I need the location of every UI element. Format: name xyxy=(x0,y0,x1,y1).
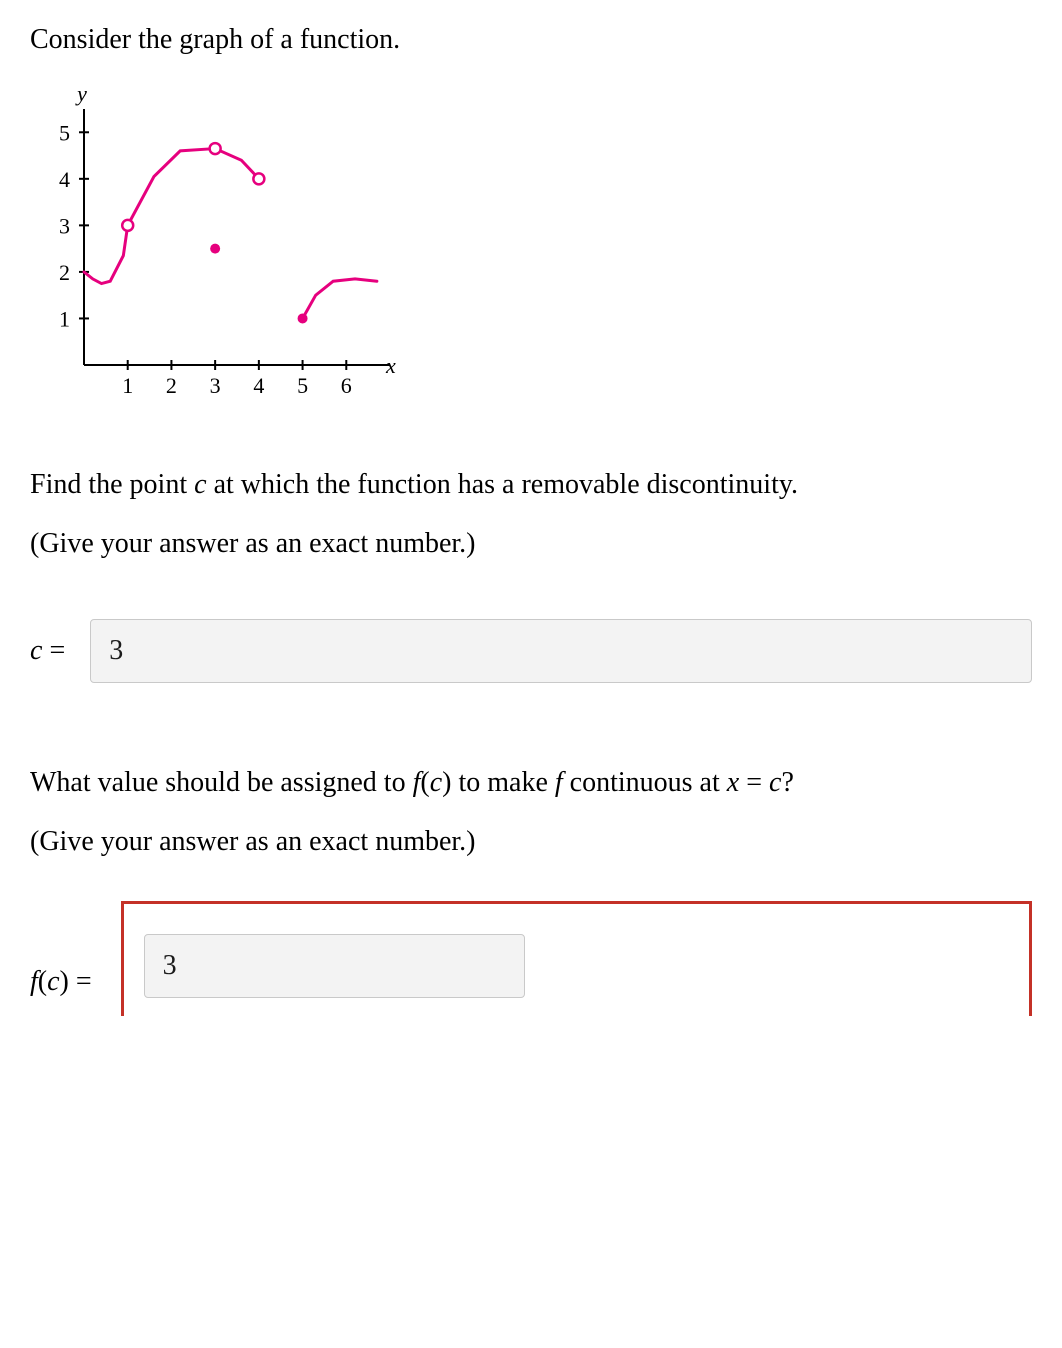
chart-svg: 1 2 3 4 5 6 1 2 3 4 5 x y xyxy=(30,79,410,419)
svg-text:2: 2 xyxy=(166,373,177,398)
answer-1-row: c = xyxy=(30,619,1032,683)
svg-text:2: 2 xyxy=(59,260,70,285)
function-graph: 1 2 3 4 5 6 1 2 3 4 5 x y xyxy=(30,79,1032,429)
svg-text:3: 3 xyxy=(59,214,70,239)
question-2: What value should be assigned to f(c) to… xyxy=(30,763,1032,802)
question-1-sub: (Give your answer as an exact number.) xyxy=(30,524,1032,563)
answer-1-input[interactable] xyxy=(90,619,1032,683)
svg-text:6: 6 xyxy=(341,373,352,398)
answer-2-label: f(c) = xyxy=(30,966,92,998)
svg-text:4: 4 xyxy=(59,167,70,192)
answer-2-row: f(c) = xyxy=(30,901,1032,1016)
incorrect-indicator xyxy=(121,901,1032,1016)
question-1: Find the point c at which the function h… xyxy=(30,465,1032,504)
question-2-sub: (Give your answer as an exact number.) xyxy=(30,822,1032,861)
svg-text:3: 3 xyxy=(210,373,221,398)
answer-1-label: c = xyxy=(30,635,65,667)
svg-text:4: 4 xyxy=(253,373,264,398)
intro-text: Consider the graph of a function. xyxy=(30,20,1032,59)
svg-text:1: 1 xyxy=(122,373,133,398)
svg-text:5: 5 xyxy=(297,373,308,398)
svg-text:y: y xyxy=(75,81,87,106)
svg-text:1: 1 xyxy=(59,307,70,332)
svg-text:x: x xyxy=(385,353,396,378)
answer-2-input[interactable] xyxy=(144,934,525,998)
svg-text:5: 5 xyxy=(59,120,70,145)
